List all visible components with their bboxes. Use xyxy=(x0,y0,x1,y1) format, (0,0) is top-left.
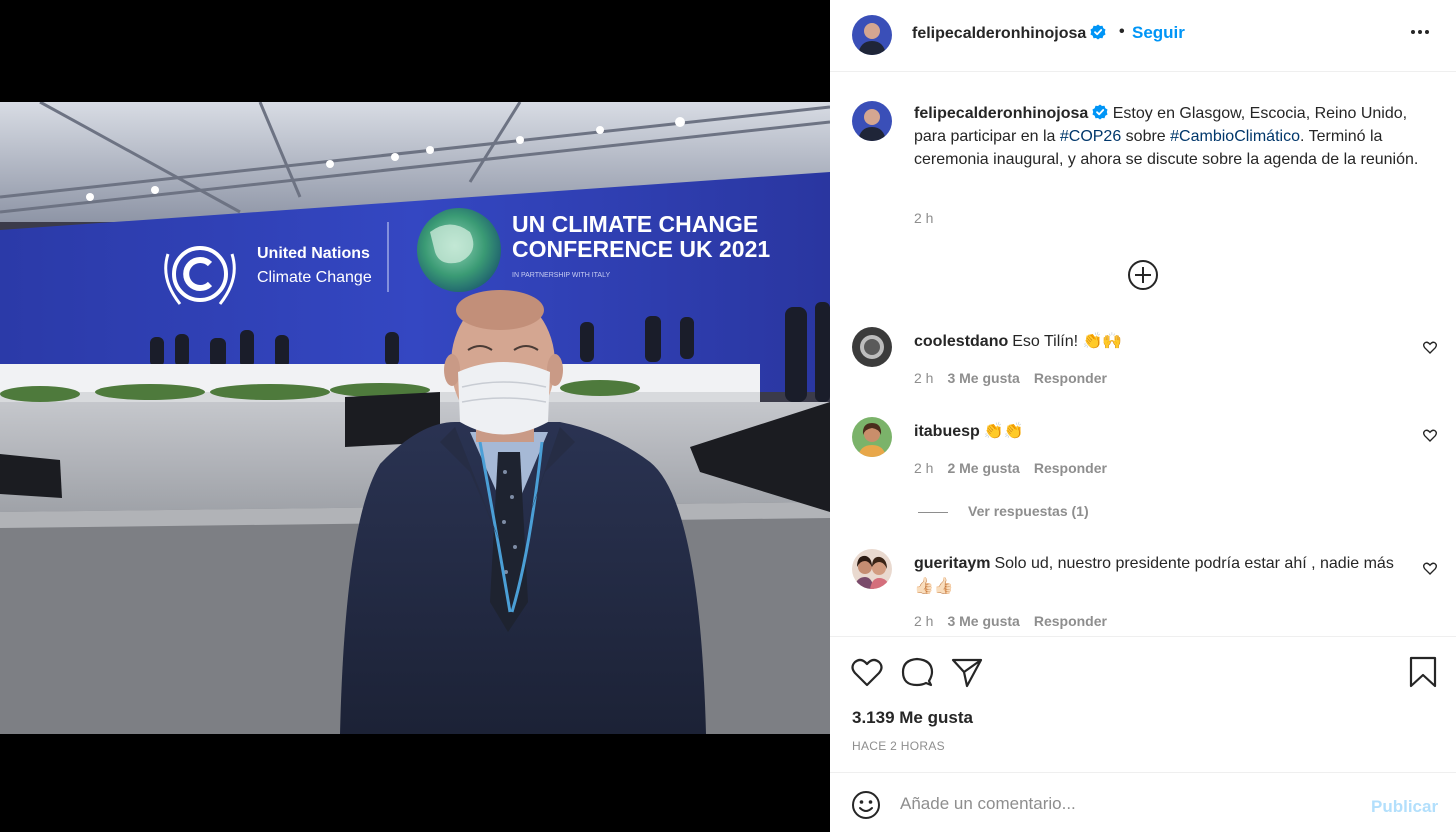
header-separator: • xyxy=(1119,23,1125,40)
hashtag-cambio-climatico[interactable]: #CambioClimático xyxy=(1170,128,1300,145)
comment-icon[interactable] xyxy=(900,655,934,689)
svg-text:United Nations: United Nations xyxy=(257,245,370,262)
caption-avatar[interactable] xyxy=(852,101,892,141)
add-comment-bar: Publicar xyxy=(830,773,1456,832)
emoji-icon[interactable] xyxy=(851,790,881,820)
commenter-avatar[interactable] xyxy=(852,549,892,589)
publish-button[interactable]: Publicar xyxy=(1371,797,1438,817)
svg-text:CONFERENCE UK 2021: CONFERENCE UK 2021 xyxy=(512,236,770,262)
caption-text: felipecalderonhinojosa Estoy en Glasgow,… xyxy=(914,104,1419,168)
author-avatar[interactable] xyxy=(852,15,892,55)
like-heart-icon[interactable] xyxy=(850,655,884,689)
caption-username[interactable]: felipecalderonhinojosa xyxy=(914,104,1108,122)
comment-username[interactable]: itabuesp xyxy=(914,423,980,440)
author-username[interactable]: felipecalderonhinojosa xyxy=(912,24,1106,43)
post-photo[interactable]: United Nations Climate Change UN CLIMATE… xyxy=(0,102,830,734)
comment-time: 2 h xyxy=(914,613,934,629)
svg-text:UN CLIMATE CHANGE: UN CLIMATE CHANGE xyxy=(512,211,758,237)
comment-body: coolestdano Eso Tilín! 👏🙌 xyxy=(914,330,1404,353)
more-options-icon[interactable] xyxy=(1408,20,1432,44)
heart-icon[interactable] xyxy=(1422,560,1438,576)
conference-photo-illustration: United Nations Climate Change UN CLIMATE… xyxy=(0,102,830,734)
view-replies-button[interactable]: Ver respuestas (1) xyxy=(918,503,1089,519)
reply-button[interactable]: Responder xyxy=(1034,370,1107,386)
comment-body: itabuesp 👏👏 xyxy=(914,420,1404,443)
hashtag-cop26[interactable]: #COP26 xyxy=(1060,128,1121,145)
likes-count[interactable]: 3.139 Me gusta xyxy=(852,708,973,728)
comment-text: 👏👏 xyxy=(983,423,1024,440)
comment-likes[interactable]: 3 Me gusta xyxy=(947,370,1019,386)
commenter-avatar[interactable] xyxy=(852,327,892,367)
replies-divider xyxy=(918,511,948,513)
reply-button[interactable]: Responder xyxy=(1034,460,1107,476)
post-header: felipecalderonhinojosa • Seguir xyxy=(830,0,1456,72)
comment-body: gueritaym Solo ud, nuestro presidente pod… xyxy=(914,552,1404,598)
share-icon[interactable] xyxy=(950,655,984,689)
comment-likes[interactable]: 3 Me gusta xyxy=(947,613,1019,629)
comment-meta: 2 h 2 Me gusta Responder xyxy=(914,460,1121,476)
post-media: United Nations Climate Change UN CLIMATE… xyxy=(0,0,830,832)
comment-time: 2 h xyxy=(914,370,934,386)
verified-badge-icon xyxy=(1092,104,1108,120)
comment-username[interactable]: coolestdano xyxy=(914,333,1008,350)
comment-meta: 2 h 3 Me gusta Responder xyxy=(914,370,1121,386)
commenter-avatar[interactable] xyxy=(852,417,892,457)
verified-badge-icon xyxy=(1090,24,1106,40)
comment-meta: 2 h 3 Me gusta Responder xyxy=(914,613,1121,629)
load-more-icon[interactable] xyxy=(1127,259,1159,291)
svg-text:IN PARTNERSHIP WITH ITALY: IN PARTNERSHIP WITH ITALY xyxy=(512,272,610,279)
post-side-panel: felipecalderonhinojosa • Seguir felipeca… xyxy=(830,0,1456,832)
reply-button[interactable]: Responder xyxy=(1034,613,1107,629)
posted-time: HACE 2 HORAS xyxy=(852,739,945,753)
comment-time: 2 h xyxy=(914,460,934,476)
comment-input[interactable] xyxy=(900,792,1350,816)
follow-button[interactable]: Seguir xyxy=(1132,23,1185,43)
post-actions: 3.139 Me gusta HACE 2 HORAS xyxy=(830,636,1456,773)
comments-list[interactable]: felipecalderonhinojosa Estoy en Glasgow,… xyxy=(830,73,1456,636)
svg-text:Climate Change: Climate Change xyxy=(257,269,372,286)
comment-text: Eso Tilín! 👏🙌 xyxy=(1012,333,1123,350)
bookmark-icon[interactable] xyxy=(1406,655,1440,689)
comment-likes[interactable]: 2 Me gusta xyxy=(947,460,1019,476)
heart-icon[interactable] xyxy=(1422,339,1438,355)
heart-icon[interactable] xyxy=(1422,427,1438,443)
comment-username[interactable]: gueritaym xyxy=(914,555,990,572)
caption-time: 2 h xyxy=(914,210,934,226)
